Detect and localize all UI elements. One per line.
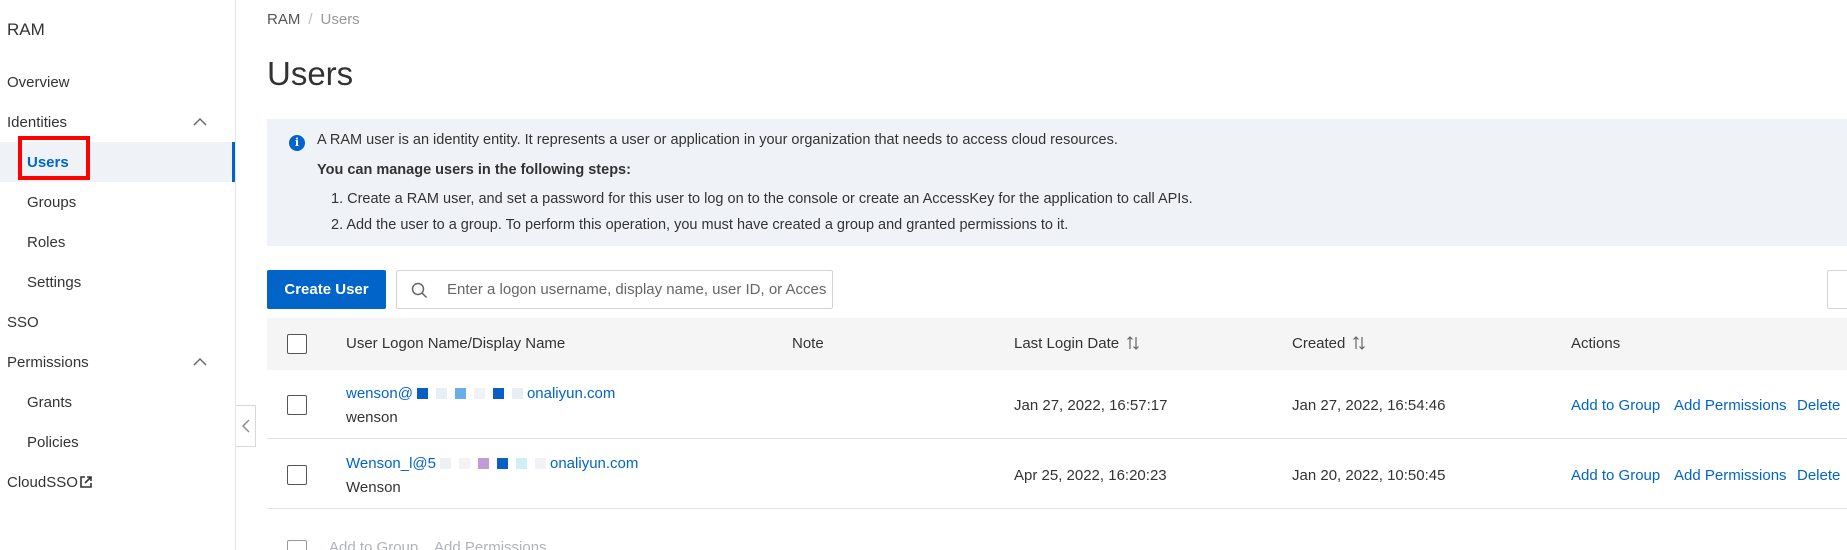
- redacted-block: [511, 388, 523, 399]
- batch-actions-bar: Add to Group Add Permissions: [267, 530, 1847, 550]
- sidebar-item-label: Permissions: [7, 353, 89, 371]
- logon-name-prefix: wenson@: [346, 385, 413, 402]
- breadcrumb-root[interactable]: RAM: [267, 11, 300, 28]
- sidebar-item-label: CloudSSO: [7, 473, 78, 491]
- external-link-icon: [80, 475, 92, 488]
- sidebar-item-cloudsso[interactable]: CloudSSO: [0, 462, 235, 502]
- row-checkbox[interactable]: [287, 465, 307, 485]
- search-box: [396, 270, 833, 309]
- info-step-2: 2. Add the user to a group. To perform t…: [331, 217, 1069, 233]
- user-logon-name-link[interactable]: wenson@ onaliyun.com: [346, 385, 615, 402]
- table-row: wenson@ onaliyun.com wenson Jan 27, 2022,…: [267, 370, 1847, 439]
- logon-name-suffix: onaliyun.com: [526, 385, 616, 402]
- create-user-button[interactable]: Create User: [267, 270, 386, 309]
- info-description: A RAM user is an identity entity. It rep…: [317, 132, 1118, 148]
- column-header-note: Note: [792, 335, 824, 352]
- sidebar-title: RAM: [7, 20, 45, 39]
- info-steps-heading: You can manage users in the following st…: [317, 162, 631, 178]
- user-display-name: wenson: [346, 409, 398, 426]
- redacted-block: [473, 388, 485, 399]
- user-display-name: Wenson: [346, 479, 401, 496]
- sidebar-item-label: Groups: [27, 193, 77, 211]
- sidebar-item-label: Roles: [27, 233, 66, 251]
- info-step-1: 1. Create a RAM user, and set a password…: [331, 191, 1193, 207]
- chevron-left-icon: [241, 419, 249, 433]
- add-permissions-link[interactable]: Add Permissions: [1674, 397, 1787, 414]
- select-all-checkbox[interactable]: [287, 334, 307, 354]
- created-date: Jan 27, 2022, 16:54:46: [1292, 397, 1446, 414]
- sidebar-item-label-wrap: CloudSSO: [7, 474, 93, 491]
- redacted-block: [440, 458, 451, 469]
- highlight-box: [18, 136, 90, 180]
- sidebar-item-groups[interactable]: Groups: [0, 182, 235, 222]
- sidebar-item-label: Grants: [27, 393, 73, 411]
- redacted-block: [454, 388, 466, 399]
- redacted-block: [478, 458, 489, 469]
- batch-add-permissions-button[interactable]: Add Permissions: [434, 539, 547, 550]
- column-header-created[interactable]: Created: [1292, 335, 1366, 352]
- sort-icon: [1353, 336, 1366, 350]
- table-row: Wenson_l@5 onaliyun.com Wenson Apr 25, 20…: [267, 440, 1847, 509]
- add-to-group-link[interactable]: Add to Group: [1571, 467, 1660, 484]
- sidebar-item-label: Settings: [27, 273, 82, 291]
- redacted-block: [497, 458, 508, 469]
- redacted-block: [492, 388, 504, 399]
- delete-link[interactable]: Delete: [1797, 397, 1840, 414]
- delete-link[interactable]: Delete: [1797, 467, 1840, 484]
- sidebar-item-label: Overview: [7, 73, 70, 91]
- search-icon: [411, 282, 428, 299]
- batch-add-to-group-button[interactable]: Add to Group: [329, 539, 418, 550]
- logon-name-prefix: Wenson_l@5: [346, 455, 436, 472]
- batch-select-checkbox[interactable]: [287, 540, 307, 550]
- chevron-up-icon: [193, 118, 207, 126]
- column-header-last-login[interactable]: Last Login Date: [1014, 335, 1140, 352]
- sidebar-item-label: Identities: [7, 113, 68, 131]
- column-header-name: User Logon Name/Display Name: [346, 335, 566, 352]
- sidebar-item-label: Policies: [27, 433, 79, 451]
- sidebar-item-grants[interactable]: Grants: [0, 382, 235, 422]
- breadcrumb-separator: /: [308, 11, 313, 28]
- info-panel: i A RAM user is an identity entity. It r…: [267, 119, 1847, 246]
- column-header-label: Last Login Date: [1014, 335, 1120, 352]
- refresh-button[interactable]: [1827, 270, 1847, 309]
- redacted-block: [459, 458, 470, 469]
- sidebar-item-permissions[interactable]: Permissions: [0, 342, 235, 382]
- created-date: Jan 20, 2022, 10:50:45: [1292, 467, 1446, 484]
- last-login-date: Apr 25, 2022, 16:20:23: [1014, 467, 1167, 484]
- last-login-date: Jan 27, 2022, 16:57:17: [1014, 397, 1168, 414]
- user-logon-name-link[interactable]: Wenson_l@5 onaliyun.com: [346, 455, 638, 472]
- breadcrumb-current: Users: [320, 11, 360, 28]
- chevron-up-icon: [193, 358, 207, 366]
- redacted-block: [435, 388, 447, 399]
- search-input[interactable]: [447, 271, 827, 308]
- column-header-actions: Actions: [1571, 335, 1621, 352]
- sidebar-collapse-toggle[interactable]: [236, 405, 256, 447]
- page-title: Users: [267, 55, 354, 92]
- sidebar-item-policies[interactable]: Policies: [0, 422, 235, 462]
- add-to-group-link[interactable]: Add to Group: [1571, 397, 1660, 414]
- row-checkbox[interactable]: [287, 395, 307, 415]
- info-icon: i: [289, 135, 305, 151]
- sidebar-item-overview[interactable]: Overview: [0, 62, 235, 102]
- redacted-block: [516, 458, 527, 469]
- logon-name-suffix: onaliyun.com: [550, 455, 639, 472]
- breadcrumb: RAM / Users: [267, 11, 360, 28]
- redacted-block: [416, 388, 428, 399]
- sidebar-item-settings[interactable]: Settings: [0, 262, 235, 302]
- sidebar: RAM Overview Identities Users Groups Rol…: [0, 0, 236, 550]
- sort-icon: [1127, 336, 1140, 350]
- redacted-block: [535, 458, 546, 469]
- add-permissions-link[interactable]: Add Permissions: [1674, 467, 1787, 484]
- sidebar-item-label: SSO: [7, 313, 39, 331]
- sidebar-item-roles[interactable]: Roles: [0, 222, 235, 262]
- sidebar-item-sso[interactable]: SSO: [0, 302, 235, 342]
- table-header: User Logon Name/Display Name Note Last L…: [267, 318, 1847, 370]
- column-header-label: Created: [1292, 335, 1346, 352]
